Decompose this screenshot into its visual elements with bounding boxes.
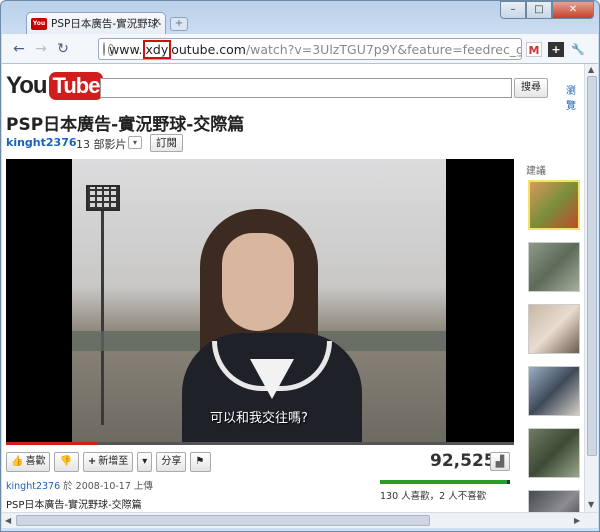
suggestions-heading: 建議 — [526, 166, 546, 177]
suggestion-4-thumbnail[interactable] — [528, 366, 580, 416]
video-progress-bar[interactable] — [6, 442, 514, 445]
video-description: PSP日本廣告-實況野球-交際篇 — [6, 500, 142, 511]
flag-icon: ⚑ — [195, 456, 205, 467]
horizontal-scrollbar[interactable]: ◀ ▶ — [2, 512, 598, 528]
search-button[interactable]: 搜尋 — [514, 78, 548, 98]
url-text: www. xdy outube.com/watch?v=3UlzTGU7p9Y&fe… — [109, 39, 521, 59]
tab-close-icon[interactable]: × — [153, 17, 161, 27]
close-window-button[interactable]: ✕ — [552, 1, 594, 19]
back-button[interactable]: ← — [8, 41, 30, 57]
scroll-left-icon[interactable]: ◀ — [5, 516, 11, 525]
video-subtitle: 可以和我交往嗎? — [210, 411, 308, 426]
like-count-text: 130 人喜歡，2 人不喜歡 — [380, 491, 487, 502]
video-frame: 可以和我交往嗎? — [72, 159, 446, 442]
url-highlight: xdy — [142, 39, 172, 59]
address-bar[interactable]: www. xdy outube.com/watch?v=3UlzTGU7p9Y&fe… — [98, 38, 522, 60]
stats-chart-icon[interactable]: ▟ — [490, 452, 510, 471]
subscribe-button[interactable]: 訂閱 — [150, 134, 183, 152]
channel-videos-dropdown[interactable]: ▾ — [128, 136, 142, 149]
gmail-icon[interactable]: M — [526, 42, 542, 57]
browser-toolbar: ← → ↻ www. xdy outube.com/watch?v=3UlzTGU7… — [2, 34, 598, 64]
suggestion-5-thumbnail[interactable] — [528, 428, 580, 478]
flag-button[interactable]: ⚑ — [190, 452, 212, 472]
video-player[interactable]: 可以和我交往嗎? — [6, 159, 514, 442]
stadium-light-tower — [86, 185, 120, 425]
suggestion-3-thumbnail[interactable] — [528, 304, 580, 354]
suggestion-2-thumbnail[interactable] — [528, 242, 580, 292]
progress-fill — [6, 442, 98, 445]
browser-tab-active[interactable]: You PSP日本廣告-實況野球-交 × — [26, 12, 166, 34]
video-count: 13 部影片 — [76, 138, 127, 151]
web-page: You Tube 搜尋 瀏覽 PSP日本廣告-實況野球-交際篇 kinght23… — [2, 64, 584, 512]
video-title: PSP日本廣告-實況野球-交際篇 — [6, 115, 245, 135]
new-tab-button[interactable]: + — [170, 17, 188, 31]
view-count: 92,525 — [430, 451, 496, 471]
horizontal-scroll-thumb[interactable] — [16, 515, 430, 526]
dislike-button[interactable]: 👎 — [54, 452, 79, 472]
plus-extension-icon[interactable]: + — [548, 42, 564, 57]
maximize-button[interactable]: □ — [526, 1, 552, 19]
vertical-scrollbar[interactable]: ▲ ▼ — [584, 64, 598, 512]
video-actions: 👍 喜歡 👎 + 新增至 ▾ 分享 ⚑ — [6, 452, 212, 472]
suggestion-list — [528, 180, 580, 512]
browse-link[interactable]: 瀏覽 — [566, 82, 584, 112]
add-to-dropdown[interactable]: ▾ — [137, 452, 153, 472]
like-button[interactable]: 👍 喜歡 — [6, 452, 51, 472]
thumbs-up-icon: 👍 — [11, 456, 24, 467]
vertical-scroll-thumb[interactable] — [587, 76, 597, 456]
share-button[interactable]: 分享 — [156, 452, 187, 472]
scroll-up-icon[interactable]: ▲ — [588, 65, 594, 74]
tab-strip: You PSP日本廣告-實況野球-交 × + – □ ✕ — [0, 0, 600, 36]
thumbs-down-icon: 👎 — [59, 456, 72, 467]
plus-icon: + — [87, 456, 97, 467]
scroll-down-icon[interactable]: ▼ — [588, 500, 594, 509]
suggestion-6-thumbnail[interactable] — [528, 490, 580, 512]
wrench-icon[interactable]: 🔧 — [570, 42, 586, 57]
scroll-right-icon[interactable]: ▶ — [574, 516, 580, 525]
globe-icon — [103, 42, 114, 56]
uploader-link[interactable]: kinght2376 — [6, 481, 60, 492]
reload-button[interactable]: ↻ — [52, 41, 74, 57]
youtube-favicon-icon: You — [31, 17, 47, 30]
channel-link[interactable]: kinght2376 — [6, 136, 77, 149]
search-input[interactable] — [100, 78, 512, 98]
like-ratio-bar — [380, 480, 510, 484]
forward-button[interactable]: → — [30, 41, 52, 57]
upload-info: kinght2376 於 2008-10-17 上傳 — [6, 481, 153, 492]
minimize-button[interactable]: – — [500, 1, 526, 19]
tab-title: PSP日本廣告-實況野球-交 — [51, 18, 161, 30]
window-controls: – □ ✕ — [500, 1, 594, 19]
add-to-button[interactable]: + 新增至 — [82, 452, 134, 472]
suggestion-1-thumbnail[interactable] — [528, 180, 580, 230]
youtube-logo[interactable]: You Tube — [6, 72, 104, 100]
